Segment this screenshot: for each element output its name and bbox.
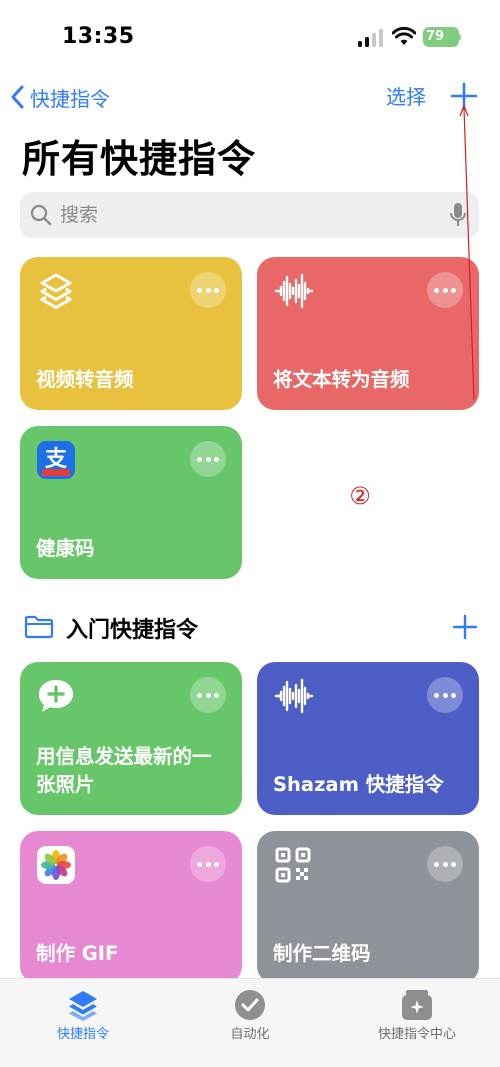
search-input[interactable] xyxy=(60,192,440,238)
status-bar: 13:35 79 xyxy=(0,0,500,70)
shortcut-label: 视频转音频 xyxy=(36,368,134,391)
starter-shortcut-card[interactable]: 制作 GIF xyxy=(20,831,242,984)
more-options-button[interactable] xyxy=(190,846,226,882)
more-options-button[interactable] xyxy=(427,846,463,882)
clock-check-icon xyxy=(235,990,265,1020)
annotation-number: ② xyxy=(349,482,371,510)
more-options-button[interactable] xyxy=(190,441,226,477)
tab-label: 快捷指令中心 xyxy=(377,1027,456,1042)
status-time: 13:35 xyxy=(62,24,135,49)
tab-label: 快捷指令 xyxy=(56,1027,109,1042)
alipay-icon: 支 xyxy=(37,441,75,479)
back-button[interactable]: 快捷指令 xyxy=(10,82,110,112)
select-button[interactable]: 选择 xyxy=(386,82,426,112)
shortcut-label: 健康码 xyxy=(36,537,95,560)
shortcut-label: 制作二维码 xyxy=(273,942,371,965)
layers-icon xyxy=(69,991,97,1021)
message-plus-icon xyxy=(39,680,73,712)
page-title: 所有快捷指令 xyxy=(22,137,257,181)
shortcut-label: Shazam 快捷指令 xyxy=(273,773,444,796)
add-to-folder-icon[interactable] xyxy=(452,614,478,640)
shortcut-card[interactable]: 视频转音频 xyxy=(20,257,242,410)
battery-level: 79 xyxy=(426,29,445,44)
starter-shortcut-card[interactable]: 制作二维码 xyxy=(257,831,479,984)
more-options-button[interactable] xyxy=(427,677,463,713)
wifi-icon xyxy=(392,26,416,45)
starter-shortcut-card[interactable]: 用信息发送最新的一张照片 xyxy=(20,662,242,815)
shortcut-label: 用信息发送最新的一张照片 xyxy=(36,745,212,796)
photos-icon xyxy=(37,846,75,884)
search-icon xyxy=(30,204,52,226)
search-bar[interactable] xyxy=(20,192,479,238)
waveform-icon xyxy=(274,678,313,714)
more-options-button[interactable] xyxy=(190,272,226,308)
chevron-left-icon xyxy=(11,85,24,109)
gallery-icon xyxy=(402,990,432,1020)
qr-code-icon xyxy=(275,847,311,883)
folder-icon xyxy=(24,615,54,639)
shortcut-card[interactable]: 支 健康码 xyxy=(20,426,242,579)
svg-text:支: 支 xyxy=(45,447,68,472)
microphone-icon[interactable] xyxy=(449,202,467,228)
cellular-signal-icon xyxy=(358,29,384,47)
add-shortcut-icon[interactable] xyxy=(448,80,480,112)
battery-icon: 79 xyxy=(423,27,461,47)
tab-gallery[interactable]: 快捷指令中心 xyxy=(334,979,500,1067)
tab-bar: 快捷指令 自动化 快捷指令中心 xyxy=(0,978,500,1067)
back-label: 快捷指令 xyxy=(30,86,110,111)
tab-label: 自动化 xyxy=(230,1027,270,1042)
shortcut-label: 将文本转为音频 xyxy=(273,368,410,391)
more-options-button[interactable] xyxy=(190,677,226,713)
section-title: 入门快捷指令 xyxy=(66,618,199,643)
shortcut-label: 制作 GIF xyxy=(36,942,119,965)
waveform-icon xyxy=(274,273,313,309)
starter-shortcut-card[interactable]: Shazam 快捷指令 xyxy=(257,662,479,815)
more-options-button[interactable] xyxy=(427,272,463,308)
layers-icon xyxy=(40,273,72,309)
tab-shortcuts[interactable]: 快捷指令 xyxy=(0,979,166,1067)
tab-automation[interactable]: 自动化 xyxy=(167,979,333,1067)
shortcut-card[interactable]: 将文本转为音频 xyxy=(257,257,479,410)
